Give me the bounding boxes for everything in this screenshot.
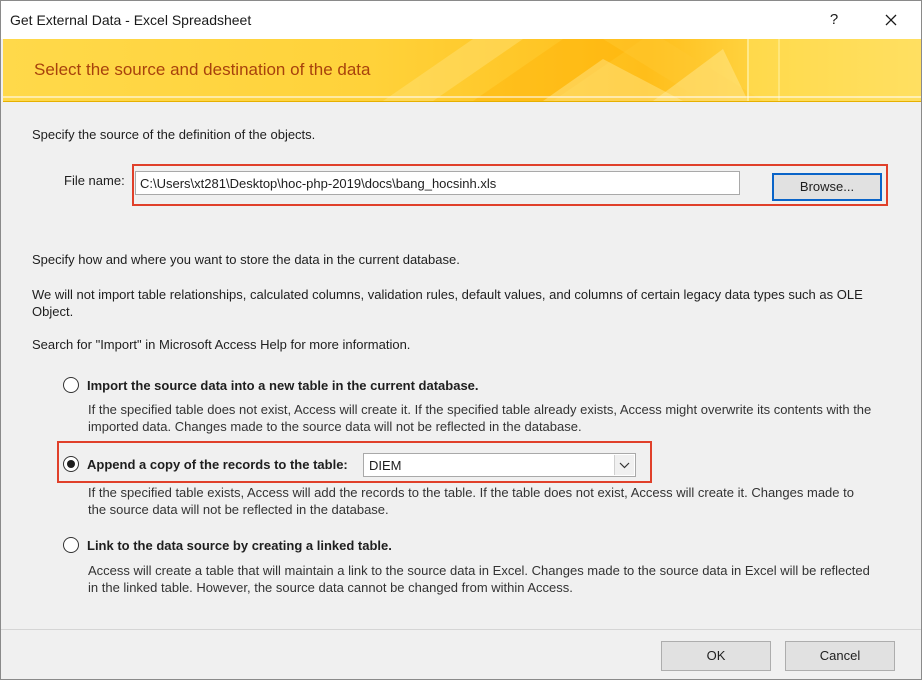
import-radio[interactable]	[63, 377, 79, 393]
help-button[interactable]: ?	[819, 5, 849, 35]
title-bar: Get External Data - Excel Spreadsheet ?	[1, 1, 921, 39]
append-table-value: DIEM	[369, 458, 402, 473]
chevron-down-icon[interactable]	[614, 455, 634, 475]
append-option-desc2: the source data will not be reflected in…	[88, 502, 389, 517]
link-option-desc1: Access will create a table that will mai…	[88, 563, 870, 578]
help-hint: Search for "Import" in Microsoft Access …	[32, 337, 411, 352]
append-table-select[interactable]: DIEM	[363, 453, 636, 477]
import-option-label[interactable]: Import the source data into a new table …	[87, 378, 479, 393]
append-option-label[interactable]: Append a copy of the records to the tabl…	[87, 457, 348, 472]
append-radio[interactable]	[63, 456, 79, 472]
import-option-desc1: If the specified table does not exist, A…	[88, 402, 872, 417]
file-name-label: File name:	[64, 173, 125, 188]
window-title: Get External Data - Excel Spreadsheet	[10, 12, 252, 28]
close-icon	[885, 14, 897, 26]
header-banner: Select the source and destination of the…	[3, 39, 921, 102]
footer-divider	[1, 629, 921, 630]
file-name-input[interactable]: C:\Users\xt281\Desktop\hoc-php-2019\docs…	[135, 171, 740, 195]
import-notice-line1: We will not import table relationships, …	[32, 287, 863, 302]
banner-title: Select the source and destination of the…	[34, 60, 371, 79]
append-option-desc1: If the specified table exists, Access wi…	[88, 485, 854, 500]
link-option-label[interactable]: Link to the data source by creating a li…	[87, 538, 392, 553]
link-radio[interactable]	[63, 537, 79, 553]
cancel-button[interactable]: Cancel	[785, 641, 895, 671]
import-option-desc2: imported data. Changes made to the sourc…	[88, 419, 582, 434]
source-instruction: Specify the source of the definition of …	[32, 127, 316, 142]
get-external-data-dialog: Get External Data - Excel Spreadsheet ? …	[0, 0, 922, 680]
ok-button[interactable]: OK	[661, 641, 771, 671]
storage-instruction: Specify how and where you want to store …	[32, 252, 460, 267]
link-option-desc2: in the linked table. However, the source…	[88, 580, 573, 595]
import-notice-line2: Object.	[32, 304, 74, 319]
close-button[interactable]	[875, 5, 907, 35]
browse-button[interactable]: Browse...	[772, 173, 882, 201]
